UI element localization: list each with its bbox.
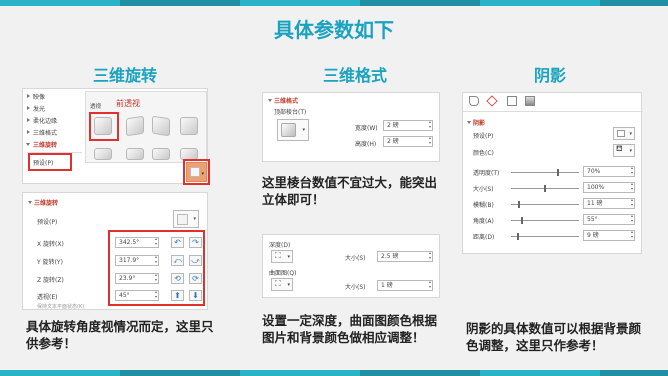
shadow-caption: 阴影的具体数值可以根据背景颜色调整，这里只作参考！ (466, 321, 642, 353)
gallery-cube-3[interactable] (152, 115, 170, 137)
shadow-color-dropdown[interactable]: ⛾ ▾ (613, 144, 635, 157)
heading-3d-format: 三维格式 (322, 66, 387, 85)
rotation-preset-dropdown[interactable]: ▾ (173, 210, 199, 228)
bevel-width-label: 宽度(W) (355, 125, 378, 132)
gallery-red-label: 前透视 (116, 99, 140, 108)
bevel-height-label: 高度(H) (355, 141, 377, 148)
shadow-distance-input[interactable]: 9 磅 (583, 229, 635, 241)
menu-item-glow[interactable]: 发光 (33, 104, 45, 113)
menu-item-soft-edges[interactable]: 柔化边缘 (33, 116, 57, 125)
menu-item-3d-rotation[interactable]: 三维旋转 (33, 140, 57, 149)
gallery-cube-6[interactable] (126, 148, 144, 160)
dropdown-highlight-box (183, 159, 210, 185)
rotation-caption: 具体旋转角度视情况而定，这里只供参考！ (26, 319, 214, 351)
bevel-note: 这里棱台数值不宜过大，能突出立体即可！ (262, 175, 438, 207)
depth-size-label: 大小(S) (345, 255, 366, 262)
depth-caption: 设置一定深度，曲面图颜色根据图片和背景颜色做相应调整！ (262, 313, 438, 345)
depth-label: 深度(D) (269, 242, 291, 249)
shadow-preset-label: 预设(P) (473, 133, 494, 140)
bottom-stripe (0, 370, 668, 376)
rotation-gallery: 透视 前透视 (85, 91, 207, 163)
shadow-section-title: 阴影 (473, 120, 486, 127)
shadow-angle-slider[interactable] (511, 217, 579, 224)
shadow-blur-slider[interactable] (511, 201, 579, 208)
shadow-blur-input[interactable]: 11 磅 (583, 197, 635, 209)
contour-size-input[interactable]: 1 磅 (377, 279, 433, 291)
contour-size-label: 大小(S) (345, 284, 366, 291)
depth-color-dropdown[interactable]: ⛶ ▾ (271, 250, 293, 263)
shadow-distance-slider[interactable] (511, 233, 579, 240)
heading-shadow: 阴影 (533, 66, 566, 85)
keep-text-flat-checkbox[interactable]: 保持文本平面状态(K) (37, 303, 84, 310)
z-rotation-label: Z 旋转(Z) (37, 277, 64, 284)
gallery-cube-5[interactable] (94, 148, 112, 160)
3d-format-panel: 三维格式 顶部棱台(T) ▾ 宽度(W) 2 磅 高度(H) 2 磅 (262, 92, 440, 162)
rotation-preset-label: 预设(P) (37, 219, 58, 226)
gallery-small-label: 透视 (90, 104, 102, 110)
3d-format-section-title: 三维格式 (274, 98, 299, 105)
gallery-selected-box (89, 112, 119, 141)
y-rotation-label: Y 旋转(Y) (37, 259, 63, 266)
shadow-size-input[interactable]: 100% (583, 181, 635, 193)
shadow-panel: 阴影 预设(P) ▾ 颜色(C) ⛾ ▾ 透明度(T) 70% 大小(S) 100% 模… (462, 92, 643, 254)
gallery-cube-2[interactable] (126, 115, 144, 137)
x-rotation-label: X 旋转(X) (37, 241, 64, 248)
shadow-transparency-label: 透明度(T) (473, 170, 500, 177)
shadow-angle-input[interactable]: 55° (583, 213, 635, 225)
size-icon[interactable] (507, 96, 517, 106)
gallery-cube-4[interactable] (180, 117, 198, 135)
heading-3d-rotation: 三维旋转 (92, 66, 157, 85)
shadow-size-slider[interactable] (511, 185, 579, 192)
shadow-distance-label: 距离(D) (473, 234, 495, 241)
rotation-values-highlight (108, 230, 205, 306)
gallery-cube-7[interactable] (152, 148, 170, 160)
bevel-height-input[interactable]: 2 磅 (383, 135, 433, 147)
contour-label: 曲面图(Q) (269, 270, 297, 277)
page-title: 具体参数如下 (274, 18, 394, 42)
rotation-settings-panel: 三维旋转 预设(P) ▾ X 旋转(X) 342.5° ↶ ↷ Y 旋转(Y) … (22, 192, 208, 310)
menu-item-3d-format[interactable]: 三维格式 (33, 128, 57, 137)
fill-icon[interactable] (469, 96, 479, 106)
top-stripe (0, 0, 668, 6)
shadow-transparency-input[interactable]: 70% (583, 165, 635, 177)
shadow-size-label: 大小(S) (473, 186, 494, 193)
shadow-transparency-slider[interactable] (511, 169, 579, 176)
top-bevel-label: 顶部棱台(T) (274, 109, 307, 116)
top-bevel-dropdown[interactable]: ▾ (277, 119, 309, 141)
shadow-blur-label: 模糊(B) (473, 202, 494, 209)
shadow-preset-dropdown[interactable]: ▾ (613, 127, 635, 140)
rotation-gallery-panel: 映像 发光 柔化边缘 三维格式 三维旋转 预设(P) 透视 前透视 ▾ (22, 88, 210, 185)
preset-highlight-box (28, 153, 72, 171)
depth-size-input[interactable]: 2.5 磅 (377, 250, 433, 262)
bevel-width-input[interactable]: 2 磅 (383, 119, 433, 131)
shadow-color-label: 颜色(C) (473, 150, 494, 157)
shadow-angle-label: 角度(A) (473, 218, 494, 225)
rotation-section-title: 三维旋转 (34, 200, 59, 207)
effects-icon[interactable] (486, 95, 498, 107)
contour-color-dropdown[interactable]: ⛶ ▾ (271, 278, 293, 291)
perspective-label: 透视(E) (37, 294, 58, 301)
picture-icon[interactable] (525, 96, 535, 106)
depth-contour-panel: 深度(D) ⛶ ▾ 大小(S) 2.5 磅 曲面图(Q) ⛶ ▾ 大小(S) 1… (262, 234, 440, 298)
menu-item-reflection[interactable]: 映像 (33, 92, 45, 101)
